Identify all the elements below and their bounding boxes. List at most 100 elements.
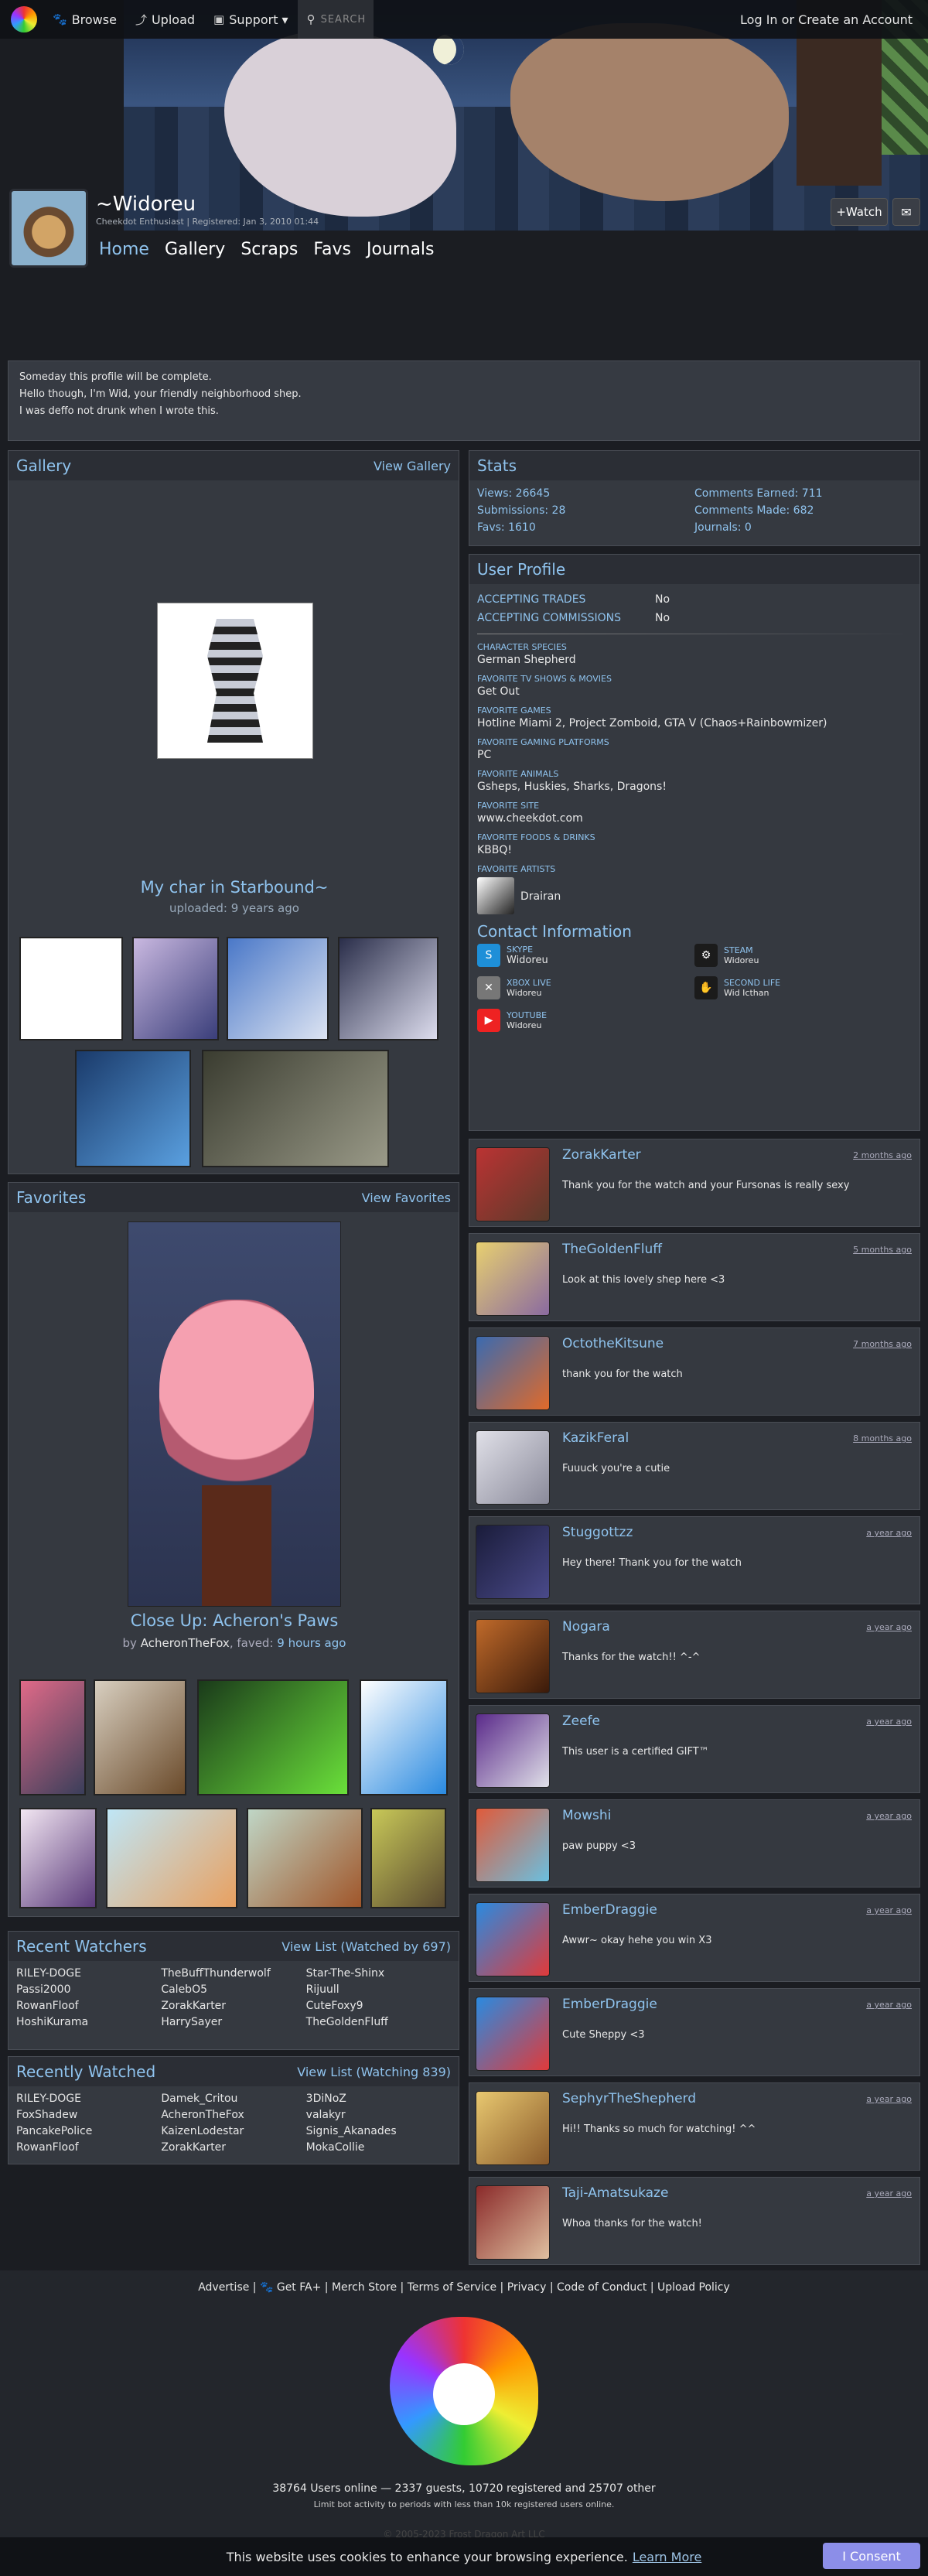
search-box[interactable]: ⚲ SEARCH (297, 0, 374, 39)
tab-home[interactable]: Home (99, 240, 149, 259)
watcher-link[interactable]: HarrySayer (161, 2014, 305, 2031)
stats-grid: Views: 26645 Comments Earned: 711 Submis… (469, 480, 919, 541)
watching-list-link[interactable]: View List (Watching 839) (297, 2065, 451, 2079)
commenter-avatar[interactable] (476, 2091, 550, 2165)
watcher-link[interactable]: Rijuull (306, 1982, 451, 1998)
login-link[interactable]: Log In or Create an Account (740, 12, 928, 27)
profile-field: FAVORITE GAMES Hotline Miami 2, Project Z… (469, 705, 919, 729)
watcher-link[interactable]: TheBuffThunderwolf (161, 1966, 305, 1982)
commenter-name[interactable]: OctotheKitsune (562, 1336, 664, 1351)
favorite-thumbnail[interactable] (106, 1808, 237, 1908)
watcher-link[interactable]: RILEY-DOGE (16, 1966, 161, 1982)
view-favorites-link[interactable]: View Favorites (362, 1191, 451, 1205)
learn-more-link[interactable]: Learn More (633, 2550, 701, 2564)
profile-tabs: Home Gallery Scraps Favs Journals (99, 240, 435, 259)
watcher-link[interactable]: HoshiKurama (16, 2014, 161, 2031)
commenter-avatar[interactable] (476, 1525, 550, 1599)
watched-link[interactable]: Signis_Akanades (306, 2123, 451, 2140)
gallery-thumbnail[interactable] (132, 937, 219, 1040)
featured-submission-title[interactable]: My char in Starbound~ (9, 878, 460, 897)
contact-value[interactable]: Widoreu (724, 955, 759, 965)
watched-link[interactable]: KaizenLodestar (161, 2123, 305, 2140)
watched-link[interactable]: AcheronTheFox (161, 2107, 305, 2123)
commenter-name[interactable]: Nogara (562, 1619, 610, 1635)
featured-submission-image[interactable] (157, 603, 313, 759)
gallery-panel: Gallery View Gallery My char in Starbound… (8, 450, 459, 1174)
commenter-name[interactable]: Zeefe (562, 1713, 600, 1729)
favorite-thumbnail[interactable] (19, 1808, 97, 1908)
watched-link[interactable]: ZorakKarter (161, 2140, 305, 2156)
commenter-avatar[interactable] (476, 1808, 550, 1882)
commenter-name[interactable]: Stuggottzz (562, 1525, 633, 1540)
nav-support[interactable]: ▣ Support ▾ (204, 0, 298, 39)
favorite-thumbnail[interactable] (360, 1679, 448, 1795)
watcher-link[interactable]: CuteFoxy9 (306, 1998, 451, 2014)
artist-avatar[interactable] (477, 877, 514, 914)
commenter-avatar[interactable] (476, 2185, 550, 2260)
contact-value[interactable]: Widoreu (507, 1020, 547, 1030)
watcher-link[interactable]: CalebO5 (161, 1982, 305, 1998)
watched-link[interactable]: RowanFloof (16, 2140, 161, 2156)
view-gallery-link[interactable]: View Gallery (374, 459, 451, 473)
contact-secondlife: ✋ SECOND LIFE Wid Icthan (694, 976, 912, 999)
watched-link[interactable]: PancakePolice (16, 2123, 161, 2140)
commenter-name[interactable]: Mowshi (562, 1808, 611, 1823)
favorite-thumbnail[interactable] (247, 1808, 363, 1908)
user-avatar[interactable] (9, 189, 88, 268)
comment-date: a year ago (866, 1622, 912, 1632)
watch-button[interactable]: +Watch (831, 198, 888, 226)
commenter-name[interactable]: EmberDraggie (562, 1902, 657, 1918)
commenter-name[interactable]: SephyrTheShepherd (562, 2091, 696, 2106)
favorite-thumbnail[interactable] (370, 1808, 446, 1908)
gallery-thumbnail[interactable] (202, 1050, 389, 1167)
watched-link[interactable]: Damek_Critou (161, 2091, 305, 2107)
nav-browse[interactable]: 🐾 Browse (43, 0, 126, 39)
commenter-avatar[interactable] (476, 1242, 550, 1316)
comment-date: a year ago (866, 2188, 912, 2198)
gallery-thumbnail[interactable] (338, 937, 438, 1040)
watched-link[interactable]: MokaCollie (306, 2140, 451, 2156)
watched-link[interactable]: RILEY-DOGE (16, 2091, 161, 2107)
commenter-avatar[interactable] (476, 1997, 550, 2071)
favorite-thumbnail[interactable] (94, 1679, 186, 1795)
gallery-thumbnail[interactable] (19, 937, 123, 1040)
favorite-artist-link[interactable]: AcheronTheFox (141, 1636, 230, 1650)
tab-gallery[interactable]: Gallery (165, 240, 225, 259)
artist-name[interactable]: Drairan (520, 890, 561, 903)
commenter-name[interactable]: KazikFeral (562, 1430, 629, 1446)
watched-link[interactable]: valakyr (306, 2107, 451, 2123)
favorite-thumbnail[interactable] (197, 1679, 349, 1795)
commenter-avatar[interactable] (476, 1147, 550, 1221)
nav-upload[interactable]: ⤴ Upload (126, 0, 204, 39)
watcher-link[interactable]: RowanFloof (16, 1998, 161, 2014)
watched-link[interactable]: FoxShadew (16, 2107, 161, 2123)
commenter-avatar[interactable] (476, 1336, 550, 1410)
watchers-list-link[interactable]: View List (Watched by 697) (281, 1939, 451, 1954)
watcher-link[interactable]: ZorakKarter (161, 1998, 305, 2014)
commenter-name[interactable]: ZorakKarter (562, 1147, 641, 1163)
commenter-avatar[interactable] (476, 1902, 550, 1976)
consent-button[interactable]: I Consent (823, 2543, 920, 2569)
watcher-link[interactable]: Star-The-Shinx (306, 1966, 451, 1982)
site-logo[interactable] (11, 6, 37, 32)
field-value[interactable]: www.cheekdot.com (477, 812, 912, 825)
send-note-button[interactable]: ✉ (892, 198, 920, 226)
watcher-link[interactable]: TheGoldenFluff (306, 2014, 451, 2031)
commenter-name[interactable]: TheGoldenFluff (562, 1242, 662, 1257)
footer-links[interactable]: Advertise | 🐾 Get FA+ | Merch Store | Te… (0, 2281, 928, 2294)
favorite-thumbnail[interactable] (19, 1679, 86, 1795)
watcher-link[interactable]: Passi2000 (16, 1982, 161, 1998)
featured-favorite-title[interactable]: Close Up: Acheron's Paws (9, 1611, 460, 1630)
gallery-thumbnail[interactable] (227, 937, 329, 1040)
watched-link[interactable]: 3DiNoZ (306, 2091, 451, 2107)
featured-favorite-image[interactable] (128, 1221, 341, 1607)
commenter-avatar[interactable] (476, 1713, 550, 1788)
commenter-avatar[interactable] (476, 1619, 550, 1693)
tab-journals[interactable]: Journals (367, 240, 435, 259)
commenter-avatar[interactable] (476, 1430, 550, 1505)
commenter-name[interactable]: Taji-Amatsukaze (562, 2185, 668, 2201)
tab-scraps[interactable]: Scraps (241, 240, 298, 259)
commenter-name[interactable]: EmberDraggie (562, 1997, 657, 2012)
gallery-thumbnail[interactable] (75, 1050, 191, 1167)
tab-favs[interactable]: Favs (313, 240, 351, 259)
